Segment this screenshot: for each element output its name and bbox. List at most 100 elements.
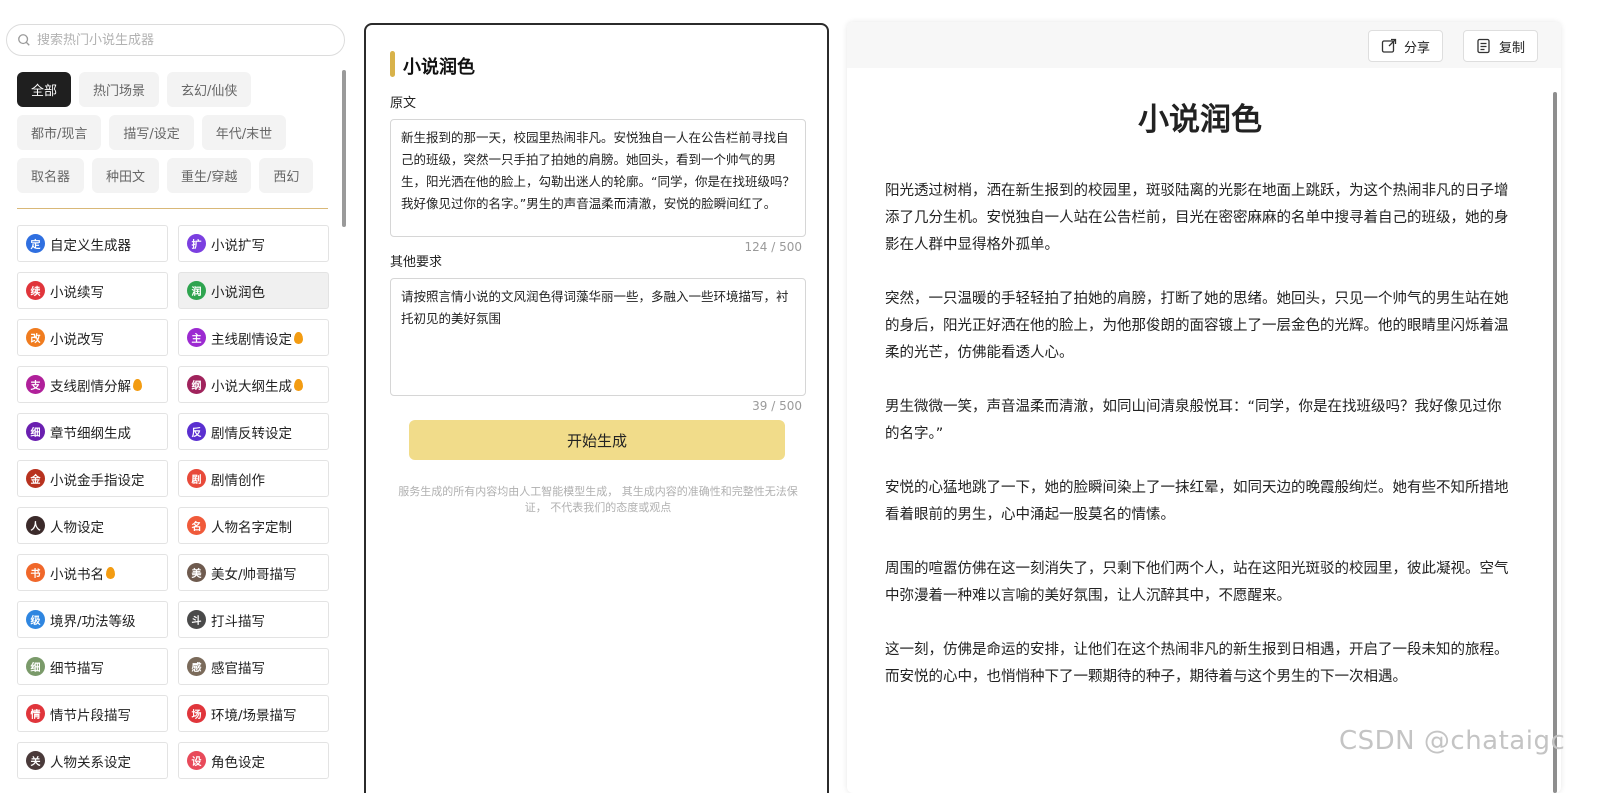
rewrite-icon: 改 — [26, 328, 45, 347]
tool-item[interactable]: 定自定义生成器 — [17, 225, 168, 262]
tool-item[interactable]: 感感官描写 — [178, 648, 329, 685]
filter-tab[interactable]: 全部 — [17, 72, 72, 107]
output-paragraph: 阳光透过树梢，洒在新生报到的校园里，斑驳陆离的光影在地面上跳跃，为这个热闹非凡的… — [885, 183, 1509, 253]
tool-item[interactable]: 名人物名字定制 — [178, 507, 329, 544]
category-filters: 全部 热门场景 玄幻/仙侠都市/现言 描写/设定 年代/末世取名器 种田文 重生/穿越 西幻 — [17, 72, 332, 193]
hot-flame-icon — [294, 331, 303, 344]
character-avatar-icon: 人 — [26, 516, 45, 535]
tool-label: 人物名字定制 — [211, 519, 292, 536]
other-requirements-textarea[interactable]: 请按照言情小说的文风润色得词藻华丽一些，多融入一些环境描写，衬托初见的美好氛围 — [390, 278, 806, 396]
tool-item[interactable]: 支支线剧情分解 — [17, 366, 168, 403]
tool-label: 人物关系设定 — [50, 754, 131, 771]
tool-item[interactable]: 主主线剧情设定 — [178, 319, 329, 356]
copy-label: 复制 — [1499, 40, 1526, 56]
output-paragraph: 突然，一只温暖的手轻轻拍了拍她的肩膀，打断了她的思绪。她回头，只见一个帅气的男生… — [885, 291, 1509, 361]
tool-label: 人物设定 — [50, 519, 104, 536]
tool-item[interactable]: 改小说改写 — [17, 319, 168, 356]
filter-tab[interactable]: 年代/末世 — [201, 115, 287, 150]
search-box[interactable] — [6, 24, 345, 56]
tool-label: 小说改写 — [50, 331, 104, 348]
fight-avatar-icon: 斗 — [187, 610, 206, 629]
tool-item[interactable]: 续小说续写 — [17, 272, 168, 309]
relationship-avatar-icon: 关 — [26, 751, 45, 770]
disclaimer-text: 服务生成的所有内容均由人工智能模型生成， 其生成内容的准确性和完整性无法保证， … — [398, 485, 798, 514]
tool-item[interactable]: 反剧情反转设定 — [178, 413, 329, 450]
tool-item[interactable]: 人人物设定 — [17, 507, 168, 544]
tool-item[interactable]: 纲小说大纲生成 — [178, 366, 329, 403]
filter-tab[interactable]: 都市/现言 — [17, 115, 102, 150]
title-accent-bar — [390, 51, 395, 77]
tool-item[interactable]: 细章节细纲生成 — [17, 413, 168, 450]
expand-icon: 扩 — [187, 234, 206, 253]
tool-label: 章节细纲生成 — [50, 425, 131, 442]
tool-label: 角色设定 — [211, 754, 265, 771]
filter-tab[interactable]: 西幻 — [259, 158, 314, 193]
tool-label: 细节描写 — [50, 660, 104, 677]
tool-label: 小说续写 — [50, 284, 104, 301]
form-title: 小说润色 — [403, 57, 475, 78]
other-requirements-label: 其他要求 — [390, 255, 443, 270]
tool-item[interactable]: 美美女/帅哥描写 — [178, 554, 329, 591]
copy-icon — [1477, 38, 1490, 54]
filter-tab[interactable]: 种田文 — [92, 158, 160, 193]
hot-flame-icon — [106, 566, 115, 579]
share-button[interactable]: 分享 — [1368, 30, 1444, 62]
tool-item[interactable]: 级境界/功法等级 — [17, 601, 168, 638]
tool-label: 感官描写 — [211, 660, 265, 677]
plot-twist-icon: 反 — [187, 422, 206, 441]
filter-tab[interactable]: 描写/设定 — [109, 115, 194, 150]
search-input[interactable] — [37, 32, 327, 48]
tool-label: 剧情反转设定 — [211, 425, 292, 442]
role-icon: 设 — [187, 751, 206, 770]
copy-button[interactable]: 复制 — [1463, 30, 1539, 62]
tool-label: 小说润色 — [211, 284, 265, 301]
senses-avatar-icon: 感 — [187, 657, 206, 676]
tool-label: 小说书名 — [50, 566, 104, 583]
tool-item[interactable]: 细细节描写 — [17, 648, 168, 685]
tool-item[interactable]: 金小说金手指设定 — [17, 460, 168, 497]
sidebar-scrollbar[interactable] — [342, 70, 346, 227]
continue-icon: 续 — [26, 281, 45, 300]
outline-icon: 纲 — [187, 375, 206, 394]
tool-label: 主线剧情设定 — [211, 331, 292, 348]
tool-label: 小说大纲生成 — [211, 378, 292, 395]
plot-create-icon: 剧 — [187, 469, 206, 488]
search-icon — [18, 34, 30, 46]
filter-tab[interactable]: 玄幻/仙侠 — [167, 72, 252, 107]
golden-finger-icon: 金 — [26, 469, 45, 488]
tool-label: 支线剧情分解 — [50, 378, 131, 395]
filter-tab[interactable]: 取名器 — [17, 158, 85, 193]
hot-flame-icon — [133, 378, 142, 391]
filter-tab[interactable]: 重生/穿越 — [167, 158, 252, 193]
scene-fragment-icon: 情 — [26, 704, 45, 723]
tool-label: 美女/帅哥描写 — [211, 566, 297, 583]
tool-item[interactable]: 斗打斗描写 — [178, 601, 329, 638]
portrait-avatar-icon: 美 — [187, 563, 206, 582]
tool-label: 情节片段描写 — [50, 707, 131, 724]
original-char-count: 124 / 500 — [744, 240, 802, 254]
name-custom-icon: 名 — [187, 516, 206, 535]
tool-item[interactable]: 设角色设定 — [178, 742, 329, 779]
tool-label: 小说金手指设定 — [50, 472, 145, 489]
tool-item[interactable]: 情情节片段描写 — [17, 695, 168, 732]
output-title: 小说润色 — [1138, 102, 1262, 138]
output-scrollbar[interactable] — [1553, 92, 1557, 793]
start-generate-button[interactable]: 开始生成 — [409, 420, 785, 460]
output-toolbar: 分享 复制 — [847, 22, 1561, 68]
sub-plot-icon: 支 — [26, 375, 45, 394]
output-panel: 分享 复制 小说润色 阳光透过树梢，洒在新生报到的校园里，斑驳陆离的光影在地面上… — [847, 22, 1561, 793]
tool-item[interactable]: 润小说润色 — [178, 272, 329, 309]
filter-tab[interactable]: 热门场景 — [79, 72, 160, 107]
tool-item[interactable]: 关人物关系设定 — [17, 742, 168, 779]
tool-item[interactable]: 书小说书名 — [17, 554, 168, 591]
main-plot-icon: 主 — [187, 328, 206, 347]
original-textarea[interactable]: 新生报到的那一天，校园里热闹非凡。安悦独自一人在公告栏前寻找自己的班级，突然一只… — [390, 119, 806, 237]
tool-item[interactable]: 扩小说扩写 — [178, 225, 329, 262]
tool-item[interactable]: 剧剧情创作 — [178, 460, 329, 497]
tool-item[interactable]: 场环境/场景描写 — [178, 695, 329, 732]
polish-icon: 润 — [187, 281, 206, 300]
environment-icon: 场 — [187, 704, 206, 723]
output-body: 阳光透过树梢，洒在新生报到的校园里，斑驳陆离的光影在地面上跳跃，为这个热闹非凡的… — [885, 178, 1515, 718]
divider — [17, 208, 328, 209]
tool-label: 环境/场景描写 — [211, 707, 297, 724]
